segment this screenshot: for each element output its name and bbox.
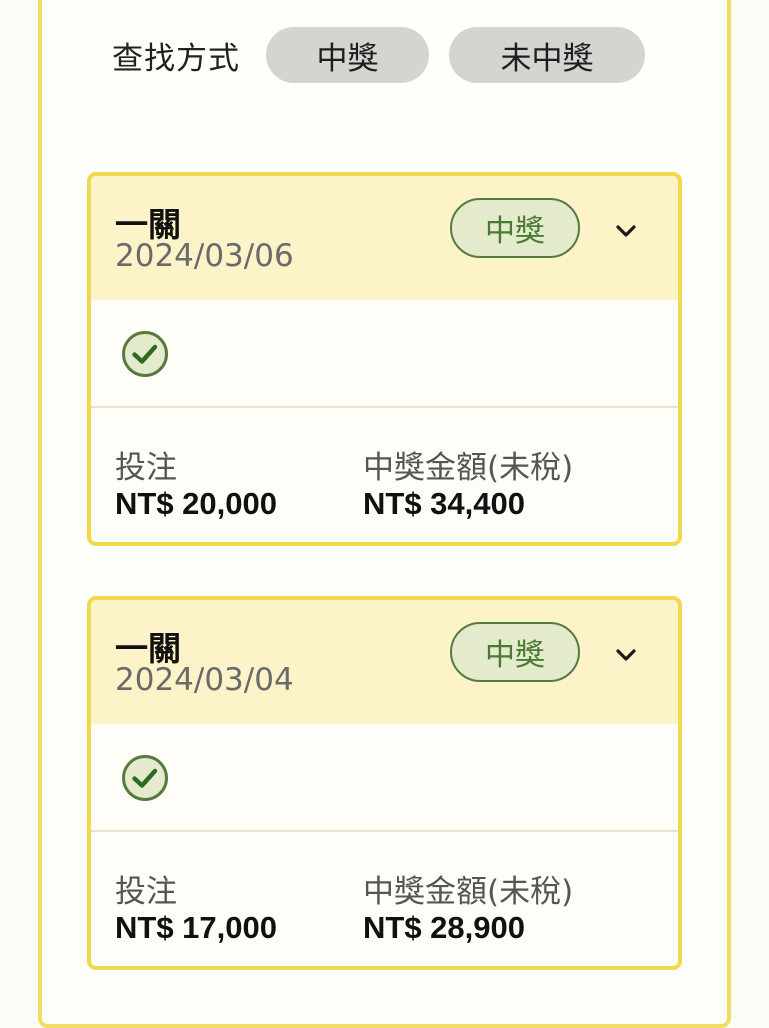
bet-record-card: 一關 2024/03/06 中獎 投注 NT$ 20,000 中獎金額(未稅) … [87,172,682,546]
bet-value: NT$ 17,000 [115,910,277,945]
bet-amount: 投注 NT$ 20,000 [115,450,277,522]
prize-label: 中獎金額(未稅) [363,874,574,910]
bet-label: 投注 [115,450,177,486]
bet-date: 2024/03/06 [115,238,294,274]
prize-value: NT$ 34,400 [363,486,525,521]
card-header[interactable]: 一關 2024/03/04 中獎 [91,600,678,724]
prize-label: 中獎金額(未稅) [363,450,574,486]
chevron-down-icon[interactable] [611,216,641,246]
status-badge: 中獎 [450,622,580,682]
check-circle-icon [122,755,168,801]
check-circle-icon [122,331,168,377]
bet-record-card: 一關 2024/03/04 中獎 投注 NT$ 17,000 中獎金額(未稅) … [87,596,682,970]
filter-label: 查找方式 [112,40,240,77]
status-badge: 中獎 [450,198,580,258]
filter-bar: 查找方式 中獎 未中獎 [112,26,665,84]
bet-date: 2024/03/04 [115,662,294,698]
filter-not-won-button[interactable]: 未中獎 [449,27,645,83]
prize-value: NT$ 28,900 [363,910,525,945]
bet-amount: 投注 NT$ 17,000 [115,874,277,946]
card-header[interactable]: 一關 2024/03/06 中獎 [91,176,678,300]
result-icon-row [91,724,678,832]
bet-value: NT$ 20,000 [115,486,277,521]
prize-amount: 中獎金額(未稅) NT$ 34,400 [363,450,573,522]
chevron-down-icon[interactable] [611,640,641,670]
bet-label: 投注 [115,874,177,910]
result-icon-row [91,300,678,408]
prize-amount: 中獎金額(未稅) NT$ 28,900 [363,874,573,946]
filter-won-button[interactable]: 中獎 [266,27,429,83]
